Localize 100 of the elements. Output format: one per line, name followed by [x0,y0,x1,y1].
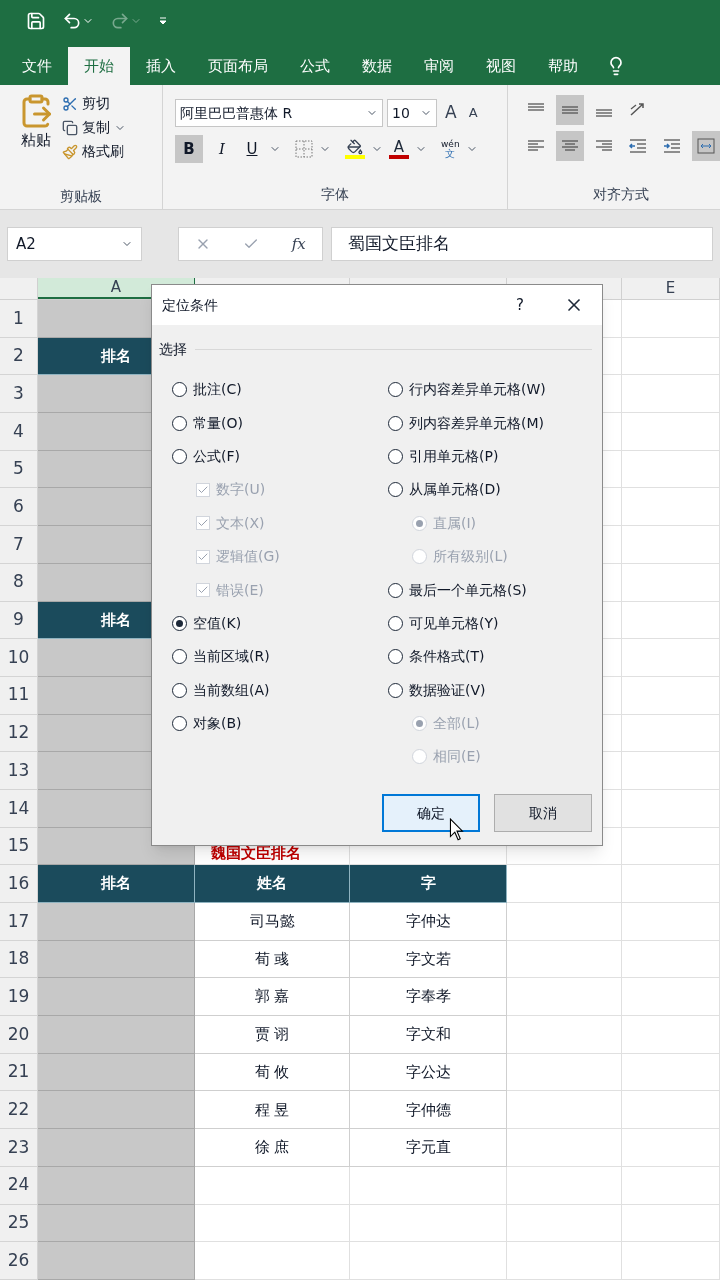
row-header[interactable]: 10 [0,639,38,677]
option-label: 所有级别(L) [433,547,508,567]
save-icon[interactable] [26,11,46,31]
ribbon-tab[interactable]: 开始 [68,47,130,85]
ribbon-tab[interactable]: 数据 [346,47,408,85]
insert-function-button[interactable]: fx [291,232,306,256]
row-header[interactable]: 14 [0,789,38,828]
copy-icon [62,119,78,136]
row-header[interactable]: 6 [0,488,38,527]
option-label: 当前区域(R) [193,647,270,667]
row-header[interactable]: 18 [0,940,38,979]
font-name-dropdown[interactable]: 阿里巴巴普惠体 R [175,99,383,127]
color-bar [345,155,365,159]
radio-button[interactable] [388,448,403,464]
row-header[interactable]: 15 [0,827,38,866]
underline-button[interactable]: U [241,135,263,163]
radio-button[interactable] [388,382,403,398]
ribbon-tab[interactable]: 插入 [130,47,192,85]
name-box[interactable]: A2 [7,227,142,261]
column-header[interactable]: E [622,278,720,299]
row-header[interactable]: 11 [0,676,38,715]
radio-button[interactable] [172,716,187,732]
option-label: 当前数组(A) [193,680,270,700]
dialog-button[interactable]: 确定 [382,794,480,832]
font-size-dropdown[interactable]: 10 [387,99,437,127]
table-cell: 字仲达 [350,903,507,941]
option-label: 公式(F) [193,446,240,466]
ribbon-tab[interactable]: 公式 [284,47,346,85]
row-header[interactable]: 25 [0,1204,38,1243]
radio-button[interactable] [172,615,187,631]
radio-button[interactable] [388,582,403,598]
color-bar [389,154,409,159]
row-header[interactable]: 5 [0,450,38,489]
font-color-button[interactable]: A [393,139,405,155]
table-cell: 贾 诩 [195,1016,350,1054]
fill-color-icon[interactable] [347,139,363,155]
format-painter-button[interactable]: 格式刷 [62,141,126,162]
ribbon-tab[interactable]: 文件 [6,47,68,85]
formula-field[interactable]: 蜀国文臣排名 [331,227,713,261]
table-cell: 荀 攸 [195,1053,350,1092]
row-header[interactable]: 9 [0,601,38,640]
paste-button[interactable]: 粘贴 [18,93,54,152]
ribbon-tab[interactable]: 视图 [470,47,532,85]
row-header[interactable]: 20 [0,1016,38,1054]
undo-icon[interactable] [62,11,82,31]
radio-button[interactable] [172,649,187,665]
table-cell: 字元直 [350,1129,507,1167]
option-label: 列内容差异单元格(M) [409,413,544,433]
row-header[interactable]: 19 [0,978,38,1017]
option-label: 错误(E) [216,580,264,600]
radio-button[interactable] [172,682,187,698]
radio-button[interactable] [388,682,403,698]
phonetic-button[interactable]: wén 文 [441,139,460,159]
ribbon-tab[interactable]: 页面布局 [192,47,284,85]
merge-align-icon[interactable] [692,131,720,161]
option-label: 常量(O) [193,413,243,433]
row-header[interactable]: 2 [0,337,38,376]
borders-icon[interactable] [295,140,313,158]
brush-icon [62,143,78,160]
row-header[interactable]: 7 [0,526,38,564]
table-cell: 字仲德 [350,1091,507,1130]
center-align-icon[interactable] [556,131,584,161]
row-header[interactable]: 12 [0,714,38,753]
option-label: 引用单元格(P) [409,446,499,466]
middle-align-icon[interactable] [556,95,584,125]
option-label: 最后一个单元格(S) [409,580,527,600]
customize-icon[interactable] [158,16,168,26]
radio-button[interactable] [172,382,187,398]
shrink-font-button[interactable]: A [464,103,482,123]
radio-button[interactable] [388,415,403,431]
row-header[interactable]: 23 [0,1129,38,1167]
row-header[interactable]: 17 [0,903,38,941]
radio-button[interactable] [388,482,403,498]
row-header[interactable]: 22 [0,1091,38,1130]
table-cell: 字公达 [350,1053,507,1092]
radio-button[interactable] [172,415,187,431]
header-cell: 姓名 [195,865,350,903]
italic-button[interactable]: I [209,135,235,163]
radio-button[interactable] [388,615,403,631]
copy-button[interactable]: 复制 [62,117,110,138]
row-header[interactable]: 21 [0,1053,38,1092]
ribbon-tab[interactable]: 帮助 [532,47,594,85]
bold-button[interactable]: B [175,135,203,163]
row-header[interactable]: 16 [0,865,38,903]
ribbon-tab[interactable]: 审阅 [408,47,470,85]
radio-button[interactable] [388,649,403,665]
row-header[interactable]: 26 [0,1242,38,1280]
grow-font-button[interactable]: A [441,100,461,126]
table-cell: 徐 庶 [195,1129,350,1167]
row-header[interactable]: 24 [0,1166,38,1205]
help-button[interactable]: ? [516,293,524,317]
row-header[interactable]: 3 [0,375,38,414]
row-header[interactable]: 4 [0,413,38,451]
redo-icon[interactable] [110,11,130,31]
row-header[interactable]: 13 [0,752,38,790]
cut-button[interactable]: 剪切 [62,93,126,114]
row-header[interactable]: 1 [0,300,38,338]
row-header[interactable]: 8 [0,563,38,602]
dialog-button[interactable]: 取消 [494,794,592,832]
radio-button[interactable] [172,448,187,464]
